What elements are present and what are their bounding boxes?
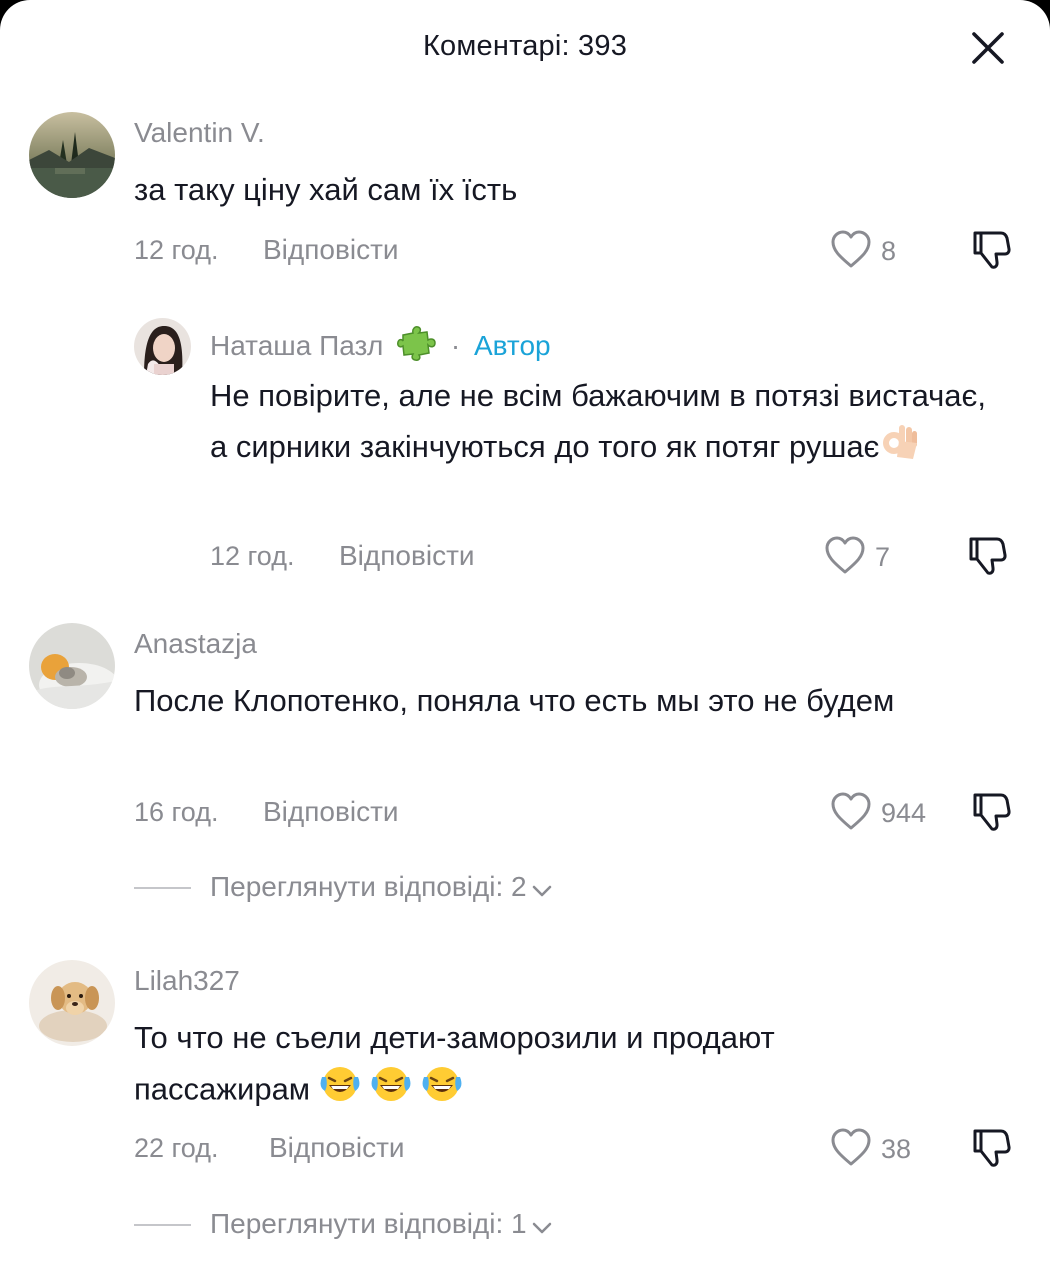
comment-text-block: То что не съели дети-заморозили и продаю…: [134, 1012, 954, 1120]
chevron-down-icon: [531, 1210, 553, 1242]
divider-line: [134, 1224, 191, 1226]
comment-item: Lilah327 То что не съели дети-заморозили…: [0, 0, 1050, 1280]
dislike-icon[interactable]: [969, 1125, 1013, 1169]
reply-button[interactable]: Відповісти: [269, 1132, 405, 1164]
heart-icon[interactable]: [829, 1126, 873, 1170]
comment-time: 22 год.: [134, 1133, 219, 1163]
view-replies-label: Переглянути відповіді: 1: [210, 1208, 527, 1239]
comments-sheet: Коментарі: 393 Valentin V. за таку ціну …: [0, 0, 1050, 1280]
comment-username[interactable]: Lilah327: [134, 965, 240, 997]
like-count: 38: [881, 1134, 912, 1164]
view-replies-button[interactable]: Переглянути відповіді: 1: [134, 1205, 614, 1245]
laughing-tears-emoji: [319, 1063, 469, 1120]
avatar[interactable]: [29, 960, 115, 1046]
